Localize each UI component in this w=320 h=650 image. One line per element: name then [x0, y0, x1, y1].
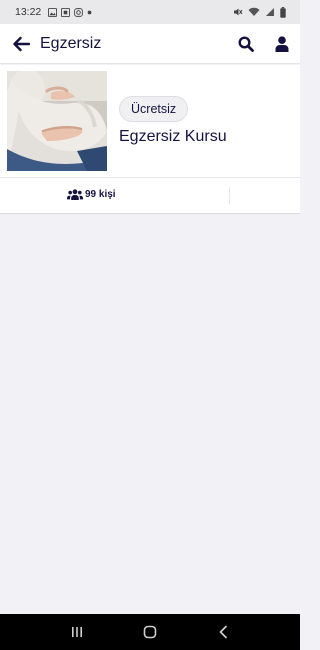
screen: 13:22 Egzersiz Ücretsiz Egzersiz Kursu 9… [0, 0, 300, 650]
search-icon [238, 35, 254, 52]
status-bar: 13:22 [0, 0, 300, 24]
course-title: Egzersiz Kursu [119, 128, 227, 145]
system-nav-bar [0, 614, 300, 650]
sim-card-icon [61, 7, 71, 17]
signal-icon [265, 7, 275, 17]
user-icon [275, 35, 289, 52]
recent-apps-icon [71, 627, 82, 637]
participants: 99 kişi [67, 189, 116, 200]
system-back-button[interactable] [198, 614, 248, 650]
course-card-top: Ücretsiz [0, 65, 300, 178]
back-icon [219, 625, 228, 639]
meta-divider [229, 187, 230, 204]
back-button[interactable] [4, 24, 38, 64]
status-time: 13:22 [15, 6, 42, 18]
status-right [233, 6, 286, 18]
recent-apps-button[interactable] [52, 614, 102, 650]
course-card[interactable]: Ücretsiz Egzersiz Kursu 99 kişi [0, 65, 300, 214]
back-arrow-icon [13, 36, 30, 51]
price-badge: Ücretsiz [119, 96, 189, 122]
app-actions [228, 24, 300, 64]
users-icon [67, 189, 83, 200]
image-icon [48, 7, 58, 17]
app-bar: Egzersiz [0, 24, 300, 64]
home-button[interactable] [125, 614, 175, 650]
profile-button[interactable] [264, 24, 300, 64]
course-thumbnail [7, 71, 107, 171]
home-icon [143, 625, 157, 639]
participants-count: 99 kişi [85, 189, 116, 200]
page-title: Egzersiz [40, 34, 102, 52]
mute-icon [233, 7, 243, 17]
battery-icon [280, 6, 286, 18]
dot-icon [87, 10, 92, 15]
course-meta: 99 kişi [0, 178, 300, 213]
wifi-icon [248, 7, 260, 17]
instagram-icon [74, 7, 84, 17]
search-button[interactable] [228, 24, 264, 64]
status-left: 13:22 [15, 6, 92, 18]
